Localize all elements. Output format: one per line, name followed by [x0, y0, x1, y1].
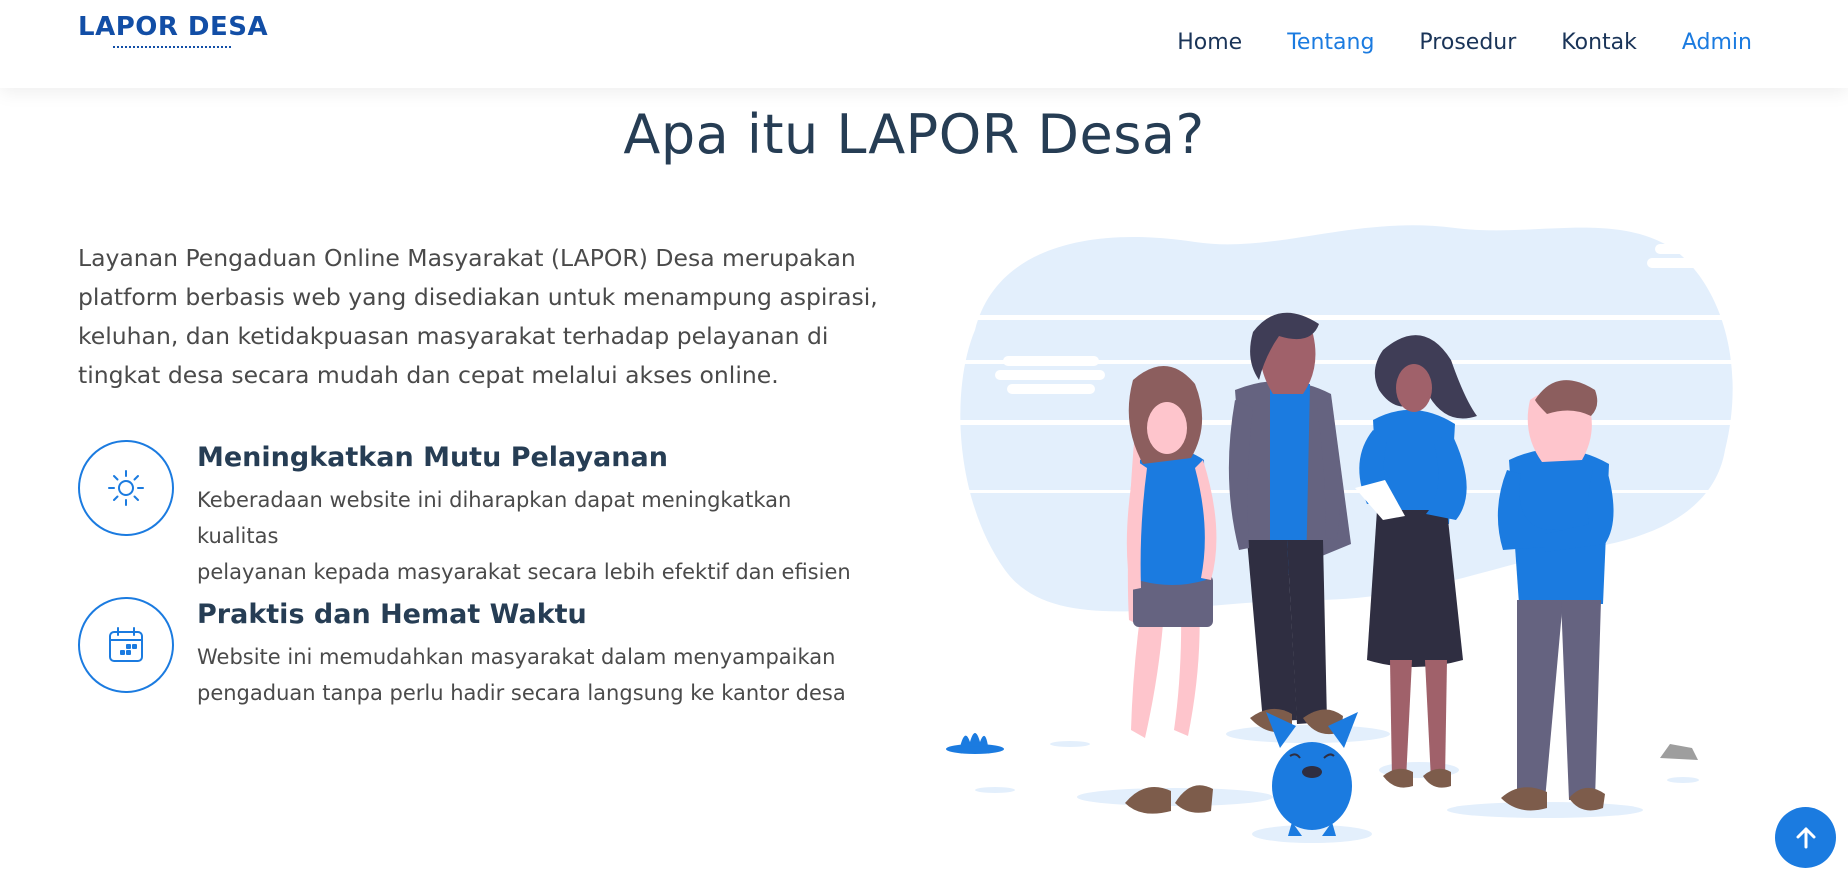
site-logo[interactable]: LAPOR DESA [78, 12, 268, 42]
feature-icon-circle [78, 440, 174, 536]
nav-home[interactable]: Home [1177, 28, 1242, 58]
feature-icon-circle [78, 597, 174, 693]
back-to-top-button[interactable] [1775, 807, 1836, 868]
feature-description: Website ini memudahkan masyarakat dalam … [197, 639, 877, 711]
feature-desc-line: Keberadaan website ini diharapkan dapat … [197, 488, 792, 548]
feature-description: Keberadaan website ini diharapkan dapat … [197, 482, 877, 590]
nav-prosedur[interactable]: Prosedur [1419, 28, 1516, 58]
page-title: Apa itu LAPOR Desa? [623, 103, 1205, 166]
nav-kontak[interactable]: Kontak [1561, 28, 1637, 58]
site-header: LAPOR DESA Home Tentang Prosedur Kontak … [0, 0, 1848, 88]
logo-underline [113, 46, 231, 48]
calendar-icon [109, 627, 143, 662]
feature-desc-line: pengaduan tanpa perlu hadir secara langs… [197, 681, 846, 705]
main-nav: Home Tentang Prosedur Kontak Admin [1132, 28, 1752, 58]
nav-tentang[interactable]: Tentang [1287, 28, 1374, 58]
feature-title: Meningkatkan Mutu Pelayanan [197, 442, 668, 473]
sun-icon [108, 470, 144, 506]
team-illustration [935, 225, 1760, 843]
arrow-up-icon [1796, 827, 1815, 848]
nav-admin[interactable]: Admin [1682, 28, 1752, 58]
feature-desc-line: pelayanan kepada masyarakat secara lebih… [197, 560, 851, 584]
intro-paragraph: Layanan Pengaduan Online Masyarakat (LAP… [78, 244, 878, 389]
feature-desc-line: Website ini memudahkan masyarakat dalam … [197, 645, 836, 669]
feature-title: Praktis dan Hemat Waktu [197, 599, 587, 630]
